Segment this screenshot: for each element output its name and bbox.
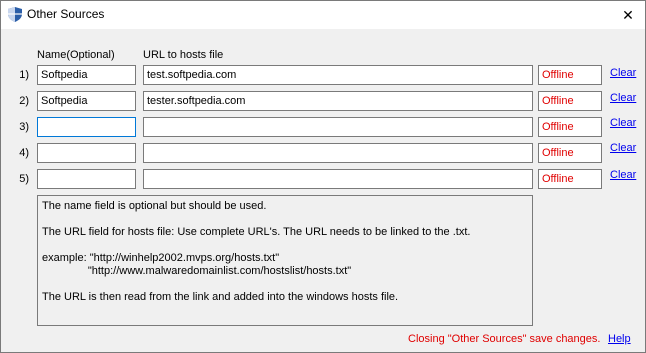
clear-link[interactable]: Clear xyxy=(610,117,636,129)
info-line: The URL is then read from the link and a… xyxy=(42,291,399,303)
url-field[interactable] xyxy=(143,169,533,189)
clear-link[interactable]: Clear xyxy=(610,67,636,79)
url-field[interactable]: test.softpedia.com xyxy=(143,65,533,85)
shield-icon xyxy=(8,7,22,22)
url-column-header: URL to hosts file xyxy=(143,49,224,61)
info-spacer xyxy=(42,239,528,252)
url-field[interactable] xyxy=(143,143,533,163)
name-field[interactable]: Softpedia xyxy=(37,91,136,111)
clear-link[interactable]: Clear xyxy=(610,92,636,104)
url-field[interactable]: tester.softpedia.com xyxy=(143,91,533,111)
url-field[interactable] xyxy=(143,117,533,137)
info-line: The URL field for hosts file: Use comple… xyxy=(42,226,471,238)
info-text-box: The name field is optional but should be… xyxy=(37,195,533,326)
info-spacer xyxy=(42,213,528,226)
status-badge: Offline xyxy=(538,117,602,137)
name-field[interactable] xyxy=(37,117,136,137)
info-line: "http://www.malwaredomainlist.com/hostsl… xyxy=(42,265,352,277)
row-number: 4) xyxy=(19,147,29,159)
row-number: 3) xyxy=(19,121,29,133)
name-field[interactable] xyxy=(37,143,136,163)
status-badge: Offline xyxy=(538,91,602,111)
status-badge: Offline xyxy=(538,169,602,189)
window-title: Other Sources xyxy=(27,7,105,21)
other-sources-window: Other Sources ✕ Name(Optional) URL to ho… xyxy=(0,0,646,353)
status-badge: Offline xyxy=(538,65,602,85)
close-icon: ✕ xyxy=(622,6,634,23)
info-line: The name field is optional but should be… xyxy=(42,200,267,212)
info-spacer xyxy=(42,278,528,291)
help-link[interactable]: Help xyxy=(608,333,631,345)
info-line: example: "http://winhelp2002.mvps.org/ho… xyxy=(42,252,280,264)
clear-link[interactable]: Clear xyxy=(610,169,636,181)
name-field[interactable] xyxy=(37,169,136,189)
row-number: 5) xyxy=(19,173,29,185)
title-bar: Other Sources ✕ xyxy=(1,1,645,29)
name-column-header: Name(Optional) xyxy=(37,49,115,61)
clear-link[interactable]: Clear xyxy=(610,142,636,154)
save-note: Closing "Other Sources" save changes. xyxy=(408,333,601,345)
status-badge: Offline xyxy=(538,143,602,163)
name-field[interactable]: Softpedia xyxy=(37,65,136,85)
row-number: 2) xyxy=(19,95,29,107)
close-button[interactable]: ✕ xyxy=(611,1,645,29)
row-number: 1) xyxy=(19,69,29,81)
